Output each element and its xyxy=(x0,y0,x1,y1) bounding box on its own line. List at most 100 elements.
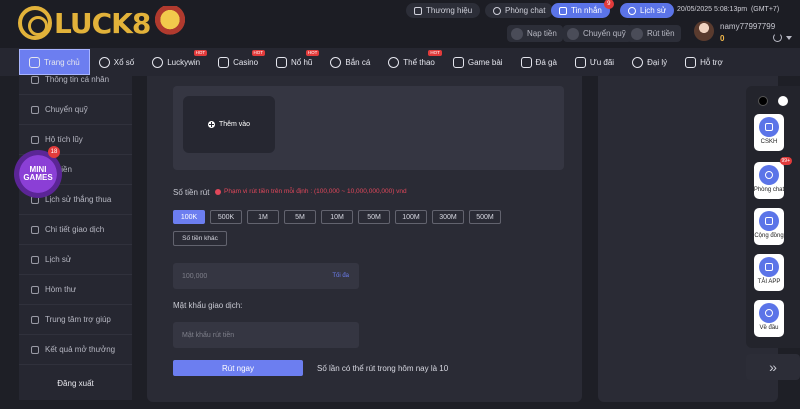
nav-label: Đại lý xyxy=(647,57,668,67)
messages-badge: 9 xyxy=(603,0,614,9)
account-sidebar: Thông tin cá nhân Chuyển quỹ Hộ tích lũy… xyxy=(19,75,132,400)
transaction-icon xyxy=(31,225,39,234)
nav-item-casino[interactable]: Casino HOT xyxy=(209,48,267,76)
minigames-label-line2: GAMES xyxy=(23,173,53,182)
transfer-icon xyxy=(567,27,579,40)
amount-option[interactable]: 300M xyxy=(432,210,464,224)
messages-pill-button[interactable]: Tin nhắn 9 xyxy=(551,0,614,18)
nav-label: Đá gà xyxy=(535,57,557,67)
avatar[interactable] xyxy=(694,21,714,41)
add-bank-label: Thêm vào xyxy=(218,121,251,128)
amount-input[interactable]: 100,000 Tối đa xyxy=(173,263,359,289)
float-back-to-top-button[interactable]: Về đầu xyxy=(754,300,784,337)
cards-icon xyxy=(452,56,464,68)
light-theme-toggle[interactable] xyxy=(778,96,788,106)
logo-mascot-icon xyxy=(152,6,189,40)
chat-icon xyxy=(493,6,501,15)
amount-option[interactable]: 100M xyxy=(395,210,427,224)
nav-label: Thể thao xyxy=(403,57,435,67)
withdraw-panel: Thêm vào Số tiền rút Phạm vi rút tiền tr… xyxy=(147,76,582,402)
hot-badge: HOT xyxy=(305,50,320,56)
sidebar-item-transfer[interactable]: Chuyển quỹ xyxy=(19,95,132,125)
amount-options: 100K 500K 1M 5M 10M 50M 100M 300M 500M xyxy=(173,210,501,224)
sidebar-item-mailbox[interactable]: Hòm thư xyxy=(19,275,132,305)
password-input-placeholder: Mật khẩu rút tiền xyxy=(182,331,235,339)
deposit-label: Nạp tiền xyxy=(527,29,557,38)
amount-label: Số tiền rút xyxy=(173,188,210,197)
sidebar-item-help-center[interactable]: Trung tâm trợ giúp xyxy=(19,305,132,335)
sidebar-item-label: Hòm thư xyxy=(45,285,77,294)
collapse-toolbar-button[interactable]: » xyxy=(746,354,800,380)
chat-pill-button[interactable]: Phòng chat xyxy=(485,3,554,18)
mail-icon xyxy=(559,6,567,15)
history-pill-label: Lịch sử xyxy=(640,6,667,15)
amount-option[interactable]: 100K xyxy=(173,210,205,224)
amount-option[interactable]: 500M xyxy=(469,210,501,224)
list-icon xyxy=(31,255,39,264)
add-bank-button[interactable]: Thêm vào xyxy=(183,96,275,153)
amount-option[interactable]: 50M xyxy=(358,210,390,224)
float-community-button[interactable]: Cộng đồng xyxy=(754,208,784,245)
other-amount-button[interactable]: Số tiền khác xyxy=(173,231,227,246)
password-input[interactable]: Mật khẩu rút tiền xyxy=(173,322,359,348)
sidebar-item-profile[interactable]: Thông tin cá nhân xyxy=(19,65,132,95)
nav-item-cards[interactable]: Game bài xyxy=(444,48,512,76)
header: LUCK8 Thương hiệu Phòng chat Tin nhắn 9 … xyxy=(0,0,800,48)
password-label: Mật khẩu giao dịch: xyxy=(173,301,243,310)
sidebar-item-history[interactable]: Lịch sử xyxy=(19,245,132,275)
nav-label: Hỗ trợ xyxy=(700,57,723,67)
transfer-button[interactable]: Chuyển quỹ xyxy=(563,25,632,42)
arrow-up-icon xyxy=(759,303,779,323)
refresh-icon[interactable] xyxy=(773,33,782,42)
nav-item-support[interactable]: Hỗ trợ xyxy=(676,48,732,76)
nav-label: Ưu đãi xyxy=(589,57,615,67)
withdraw-submit-button[interactable]: Rút ngay xyxy=(173,360,303,376)
sidebar-item-results[interactable]: Kết quả mở thưởng xyxy=(19,335,132,365)
withdraw-button[interactable]: Rút tiền xyxy=(627,25,681,42)
float-download-app-button[interactable]: TẢI APP xyxy=(754,254,784,291)
plus-icon xyxy=(207,121,215,128)
results-icon xyxy=(31,345,39,354)
brand-pill-button[interactable]: Thương hiệu xyxy=(406,3,481,18)
sidebar-item-label: Thông tin cá nhân xyxy=(45,75,110,84)
nav-item-sports[interactable]: Thể thao HOT xyxy=(379,48,444,76)
hot-badge: HOT xyxy=(428,50,442,56)
float-label: Cộng đồng xyxy=(754,233,784,239)
sidebar-item-transaction-details[interactable]: Chi tiết giao dịch xyxy=(19,215,132,245)
amount-option[interactable]: 500K xyxy=(210,210,242,224)
sidebar-item-label: Kết quả mở thưởng xyxy=(45,345,116,354)
nav-item-promotions[interactable]: Ưu đãi xyxy=(566,48,623,76)
logo-mark-icon xyxy=(18,6,52,40)
float-chat-button[interactable]: 99+ Phòng chat xyxy=(754,157,792,199)
hot-badge: HOT xyxy=(193,50,208,56)
dark-theme-toggle[interactable] xyxy=(758,96,768,106)
nav-item-luckywin[interactable]: Luckywin HOT xyxy=(143,48,209,76)
transfer-icon xyxy=(31,105,39,114)
float-support-button[interactable]: CSKH xyxy=(754,114,784,151)
nav-item-agent[interactable]: Đại lý xyxy=(623,48,676,76)
history-icon xyxy=(628,6,636,15)
help-icon xyxy=(31,315,39,324)
amount-option[interactable]: 5M xyxy=(284,210,316,224)
mailbox-icon xyxy=(31,285,39,294)
max-amount-link[interactable]: Tối đa xyxy=(332,273,349,279)
nav-item-fishing[interactable]: Bắn cá xyxy=(321,48,379,76)
brand-logo[interactable]: LUCK8 xyxy=(18,6,189,40)
amount-option[interactable]: 1M xyxy=(247,210,279,224)
deposit-button[interactable]: Nạp tiền xyxy=(507,25,563,42)
float-label: TẢI APP xyxy=(757,279,781,285)
withdraw-limit-note: Số lần có thể rút trong hôm nay là 10 xyxy=(317,364,449,373)
sidebar-item-label: Chi tiết giao dịch xyxy=(45,225,105,234)
luckywin-icon xyxy=(152,56,164,68)
logout-button[interactable]: Đăng xuất xyxy=(19,379,132,388)
nav-item-cockfight[interactable]: Đá gà xyxy=(512,48,566,76)
transfer-label: Chuyển quỹ xyxy=(583,29,626,38)
amount-option[interactable]: 10M xyxy=(321,210,353,224)
history-pill-button[interactable]: Lịch sử xyxy=(620,3,675,18)
nav-item-slots[interactable]: Nổ hũ HOT xyxy=(267,48,321,76)
withdraw-icon xyxy=(631,27,643,40)
minigames-button[interactable]: 18 MINI GAMES xyxy=(14,146,62,198)
profile-icon xyxy=(31,75,39,84)
caret-down-icon[interactable] xyxy=(786,36,792,40)
chat-pill-label: Phòng chat xyxy=(505,6,546,15)
